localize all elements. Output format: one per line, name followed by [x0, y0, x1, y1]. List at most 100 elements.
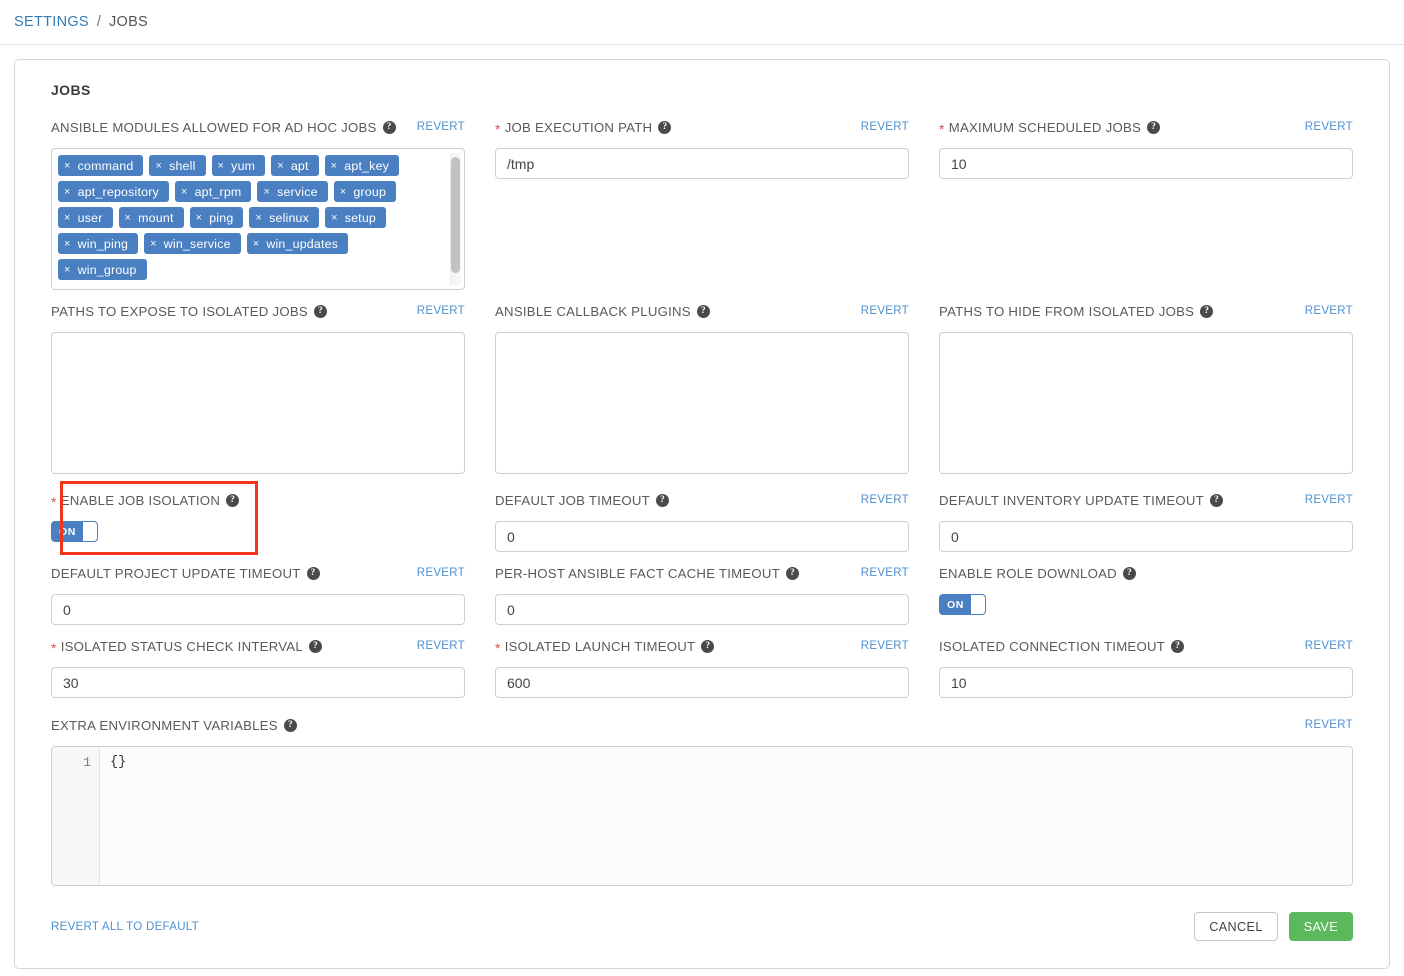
help-icon[interactable]: ?	[383, 121, 396, 134]
breadcrumb-settings-link[interactable]: SETTINGS	[14, 14, 89, 30]
help-icon[interactable]: ?	[1123, 567, 1136, 580]
tag-pill[interactable]: × win_group	[58, 259, 147, 280]
help-icon[interactable]: ?	[226, 494, 239, 507]
help-icon[interactable]: ?	[307, 567, 320, 580]
remove-tag-icon[interactable]: ×	[64, 160, 71, 172]
help-icon[interactable]: ?	[658, 121, 671, 134]
help-icon[interactable]: ?	[309, 640, 322, 653]
tag-pill[interactable]: ×shell	[149, 155, 205, 176]
tag-label: setup	[345, 211, 376, 225]
remove-tag-icon[interactable]: ×	[64, 238, 71, 250]
revert-all-to-default-link[interactable]: REVERT ALL TO DEFAULT	[51, 921, 199, 933]
remove-tag-icon[interactable]: ×	[181, 186, 188, 198]
tag-label: win_service	[164, 237, 231, 251]
isolated-connection-timeout-input[interactable]	[939, 667, 1353, 698]
tag-pill[interactable]: ×group	[334, 181, 396, 202]
remove-tag-icon[interactable]: ×	[331, 160, 338, 172]
tag-pill[interactable]: ×win_updates	[247, 233, 348, 254]
remove-tag-icon[interactable]: ×	[255, 212, 262, 224]
revert-default-inventory-update-timeout[interactable]: REVERT	[1305, 493, 1353, 506]
tag-pill[interactable]: ×apt	[271, 155, 318, 176]
tagbox-scrollbar-thumb[interactable]	[451, 157, 460, 273]
field-header: DEFAULT PROJECT UPDATE TIMEOUT ? REVERT	[51, 566, 465, 588]
default-inventory-update-timeout-input[interactable]	[939, 521, 1353, 552]
help-icon[interactable]: ?	[284, 719, 297, 732]
remove-tag-icon[interactable]: ×	[64, 212, 71, 224]
ansible-modules-tag-input[interactable]: ×command ×shell ×yum ×apt ×apt_key ×apt_…	[51, 148, 465, 290]
help-icon[interactable]: ?	[1200, 305, 1213, 318]
remove-tag-icon[interactable]: ×	[125, 212, 132, 224]
tag-pill[interactable]: × win_service	[144, 233, 241, 254]
revert-paths-to-expose[interactable]: REVERT	[417, 304, 465, 317]
help-icon[interactable]: ?	[1210, 494, 1223, 507]
tag-pill[interactable]: × apt_repository	[58, 181, 169, 202]
tag-pill[interactable]: × setup	[325, 207, 386, 228]
remove-tag-icon[interactable]: ×	[331, 212, 338, 224]
remove-tag-icon[interactable]: ×	[196, 212, 203, 224]
help-icon[interactable]: ?	[1147, 121, 1160, 134]
tag-pill[interactable]: ×apt_rpm	[175, 181, 251, 202]
paths-to-expose-textarea[interactable]	[51, 332, 465, 474]
toggle-state-label: ON	[52, 526, 76, 538]
remove-tag-icon[interactable]: ×	[277, 160, 284, 172]
default-job-timeout-input[interactable]	[495, 521, 909, 552]
revert-paths-to-hide[interactable]: REVERT	[1305, 304, 1353, 317]
help-icon[interactable]: ?	[656, 494, 669, 507]
revert-extra-environment-variables[interactable]: REVERT	[1305, 718, 1353, 731]
tag-label: apt_key	[344, 159, 389, 173]
help-icon[interactable]: ?	[697, 305, 710, 318]
tag-pill[interactable]: ×mount	[119, 207, 184, 228]
remove-tag-icon[interactable]: ×	[253, 238, 260, 250]
remove-tag-icon[interactable]: ×	[64, 264, 71, 276]
remove-tag-icon[interactable]: ×	[150, 238, 157, 250]
default-project-update-timeout-input[interactable]	[51, 594, 465, 625]
enable-role-download-toggle[interactable]: ON	[939, 594, 986, 615]
revert-ansible-callback-plugins[interactable]: REVERT	[861, 304, 909, 317]
tag-pill[interactable]: ×command	[58, 155, 143, 176]
tag-pill[interactable]: ×user	[58, 207, 113, 228]
help-icon[interactable]: ?	[1171, 640, 1184, 653]
extra-environment-variables-code-editor[interactable]: 1 {}	[51, 746, 1353, 886]
toggle-state-label: ON	[940, 599, 964, 611]
maximum-scheduled-jobs-input[interactable]	[939, 148, 1353, 179]
revert-default-job-timeout[interactable]: REVERT	[861, 493, 909, 506]
remove-tag-icon[interactable]: ×	[155, 160, 162, 172]
tag-pill[interactable]: ×win_ping	[58, 233, 138, 254]
tag-pill[interactable]: ×service	[257, 181, 327, 202]
cancel-button[interactable]: CANCEL	[1194, 912, 1278, 941]
field-isolated-status-check-interval: * ISOLATED STATUS CHECK INTERVAL ? REVER…	[51, 639, 465, 698]
isolated-status-check-interval-input[interactable]	[51, 667, 465, 698]
tag-label: apt_repository	[78, 185, 159, 199]
tag-pill[interactable]: ×selinux	[249, 207, 319, 228]
code-content[interactable]: {}	[100, 747, 1352, 885]
label-isolated-connection-timeout: ISOLATED CONNECTION TIMEOUT ?	[939, 639, 1184, 654]
revert-isolated-connection-timeout[interactable]: REVERT	[1305, 639, 1353, 652]
enable-job-isolation-toggle[interactable]: ON	[51, 521, 98, 542]
save-button[interactable]: SAVE	[1289, 912, 1353, 941]
revert-maximum-scheduled-jobs[interactable]: REVERT	[1305, 120, 1353, 133]
help-icon[interactable]: ?	[786, 567, 799, 580]
per-host-fact-cache-timeout-input[interactable]	[495, 594, 909, 625]
isolated-launch-timeout-input[interactable]	[495, 667, 909, 698]
revert-per-host-fact-cache-timeout[interactable]: REVERT	[861, 566, 909, 579]
tag-pill[interactable]: ×ping	[190, 207, 244, 228]
remove-tag-icon[interactable]: ×	[263, 186, 270, 198]
help-icon[interactable]: ?	[701, 640, 714, 653]
job-execution-path-input[interactable]	[495, 148, 909, 179]
remove-tag-icon[interactable]: ×	[340, 186, 347, 198]
ansible-callback-plugins-textarea[interactable]	[495, 332, 909, 474]
remove-tag-icon[interactable]: ×	[64, 186, 71, 198]
tag-pill[interactable]: ×yum	[212, 155, 266, 176]
tag-label: win_group	[78, 263, 137, 277]
help-icon[interactable]: ?	[314, 305, 327, 318]
paths-to-hide-textarea[interactable]	[939, 332, 1353, 474]
required-marker: *	[51, 641, 57, 655]
revert-ansible-modules-allowed[interactable]: REVERT	[417, 120, 465, 133]
revert-job-execution-path[interactable]: REVERT	[861, 120, 909, 133]
revert-isolated-status-check-interval[interactable]: REVERT	[417, 639, 465, 652]
revert-isolated-launch-timeout[interactable]: REVERT	[861, 639, 909, 652]
revert-default-project-update-timeout[interactable]: REVERT	[417, 566, 465, 579]
remove-tag-icon[interactable]: ×	[218, 160, 225, 172]
field-header: PER-HOST ANSIBLE FACT CACHE TIMEOUT ? RE…	[495, 566, 909, 588]
tag-pill[interactable]: × apt_key	[325, 155, 399, 176]
